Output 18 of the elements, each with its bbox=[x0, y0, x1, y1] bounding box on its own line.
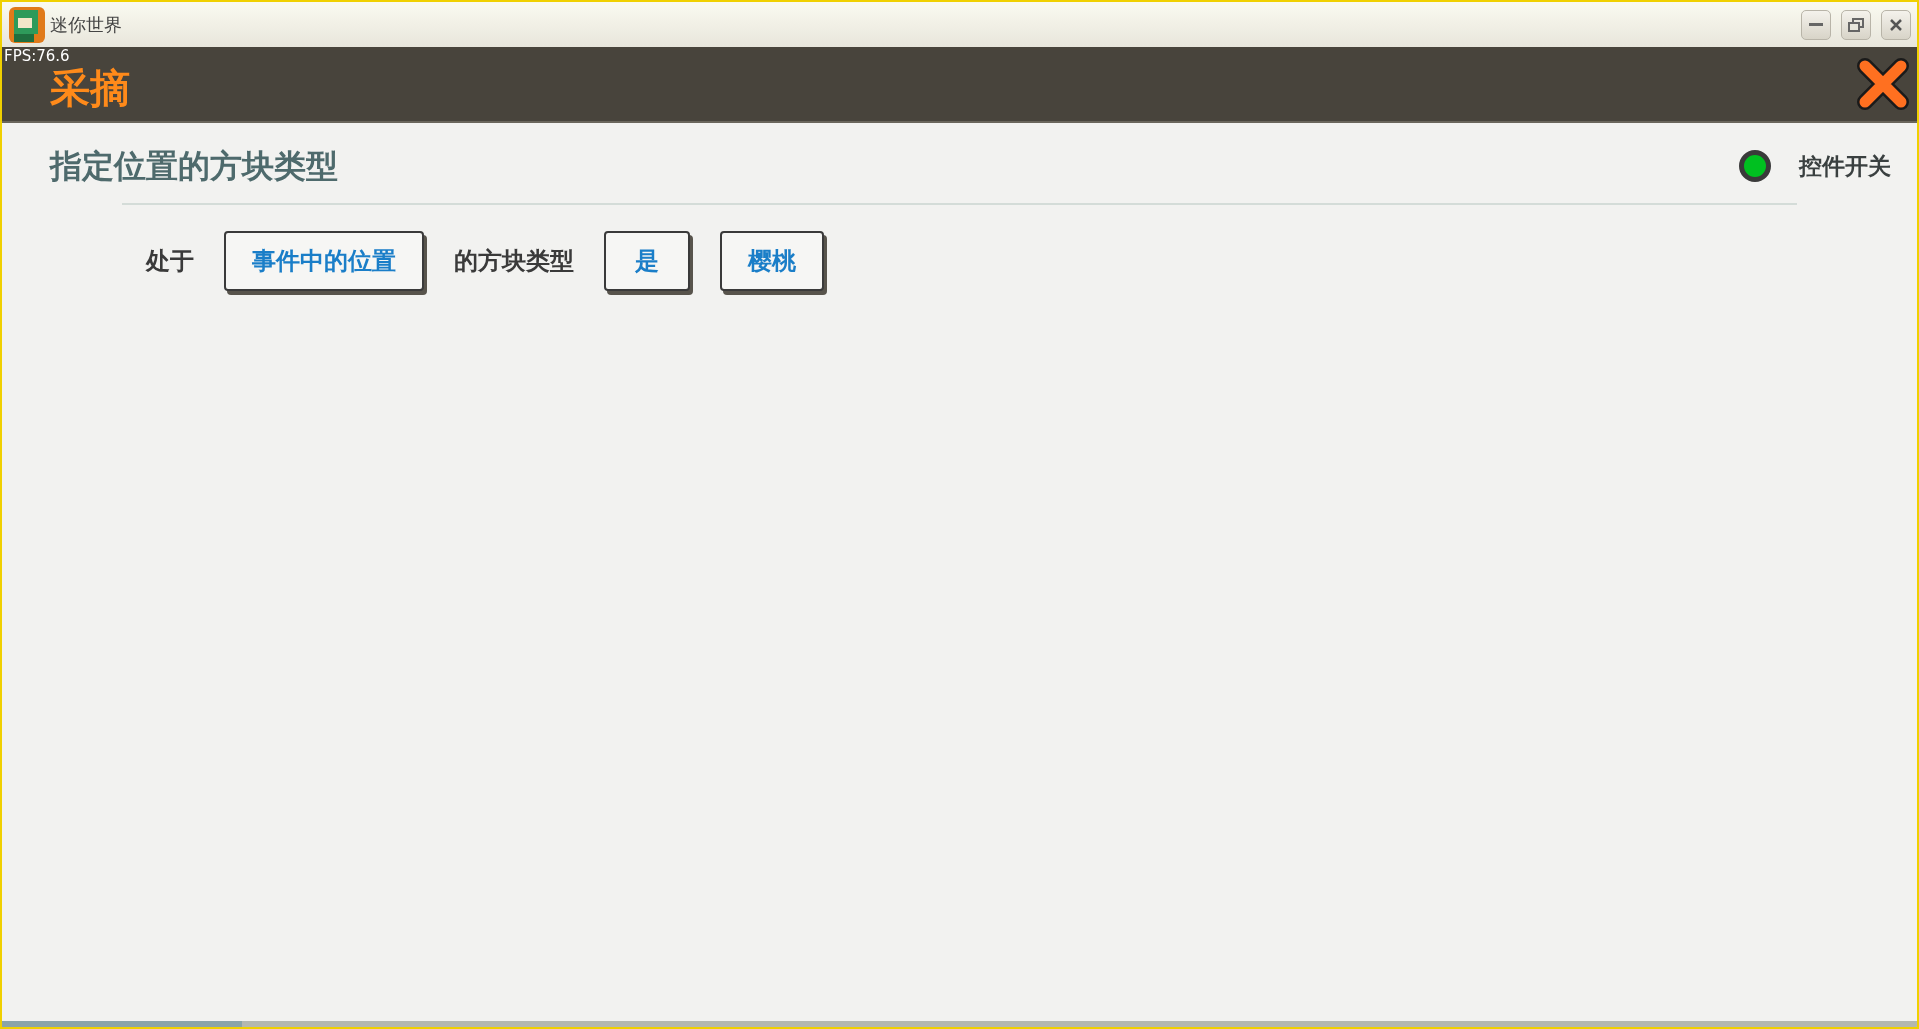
condition-text: 处于 bbox=[146, 246, 194, 277]
fps-counter: FPS:76.6 bbox=[4, 46, 70, 67]
close-icon bbox=[1857, 58, 1909, 110]
close-button[interactable] bbox=[1857, 58, 1909, 110]
minimize-button[interactable] bbox=[1801, 9, 1831, 40]
close-button[interactable] bbox=[1881, 9, 1911, 40]
scrollbar-thumb[interactable] bbox=[2, 1021, 242, 1027]
close-icon bbox=[1889, 17, 1903, 32]
restore-icon bbox=[1848, 17, 1864, 32]
switch-label: 控件开关 bbox=[1799, 151, 1891, 181]
header-title: 采摘 bbox=[50, 64, 130, 113]
window-title: 迷你世界 bbox=[50, 13, 122, 37]
app-icon bbox=[8, 5, 46, 44]
toggle-switch[interactable] bbox=[1739, 150, 1771, 182]
condition-text: 的方块类型 bbox=[454, 246, 574, 277]
panel-title: 指定位置的方块类型 bbox=[50, 146, 338, 187]
restore-button[interactable] bbox=[1841, 9, 1871, 40]
minimize-icon bbox=[1809, 22, 1823, 27]
